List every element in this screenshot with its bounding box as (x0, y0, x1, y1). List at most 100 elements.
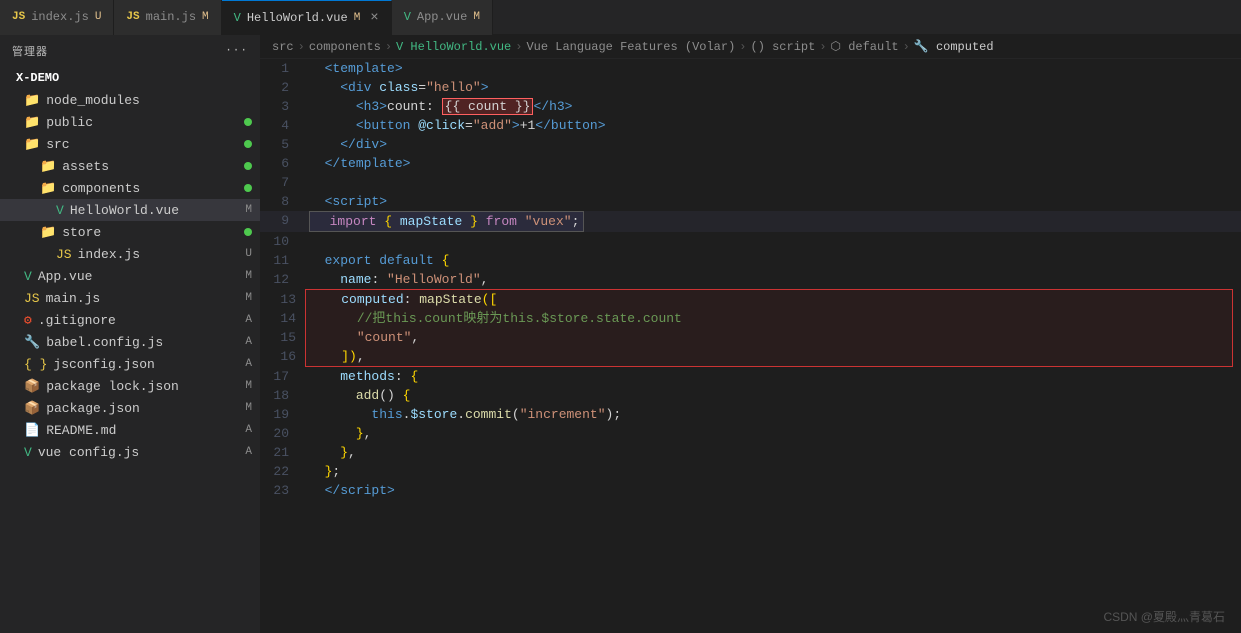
vue-icon: V (24, 445, 32, 460)
breadcrumb-volar[interactable]: Vue Language Features (Volar) (526, 40, 735, 54)
tab-app-vue[interactable]: V App.vue M (392, 0, 493, 35)
sidebar-item-assets[interactable]: 📁 assets (0, 155, 260, 177)
tab-main-js[interactable]: JS main.js M (114, 0, 221, 35)
sidebar-item-node-modules[interactable]: 📁 node_modules (0, 89, 260, 111)
code-line-10: 10 (260, 232, 1241, 251)
status-dot (244, 162, 252, 170)
vue-icon: V (234, 11, 241, 25)
md-icon: 📄 (24, 423, 40, 438)
tab-bar: JS index.js U JS main.js M V HelloWorld.… (0, 0, 1241, 35)
breadcrumb-helloworld[interactable]: V HelloWorld.vue (396, 40, 511, 54)
item-badge: M (245, 204, 252, 216)
item-label: README.md (46, 423, 116, 438)
code-line-1: 1 <template> (260, 59, 1241, 78)
item-label: jsconfig.json (53, 357, 154, 372)
folder-icon: 📁 (40, 225, 56, 240)
item-label: assets (62, 159, 109, 174)
close-icon[interactable]: × (370, 10, 378, 26)
code-line-19: 19 this.$store.commit("increment"); (260, 405, 1241, 424)
item-label: main.js (46, 291, 101, 306)
sidebar-item-babel[interactable]: 🔧 babel.config.js A (0, 331, 260, 353)
main-layout: 管理器 ··· X-DEMO 📁 node_modules 📁 public 📁… (0, 35, 1241, 633)
sidebar-item-jsconfig[interactable]: { } jsconfig.json A (0, 353, 260, 375)
item-label: HelloWorld.vue (70, 203, 179, 218)
item-label: .gitignore (38, 313, 116, 328)
code-editor[interactable]: 1 <template> 2 <div class="hello"> 3 <h3… (260, 59, 1241, 633)
tab-badge-m: M (473, 11, 480, 23)
js-icon: JS (56, 247, 72, 262)
folder-icon: 📁 (24, 115, 40, 130)
computed-block: 13 computed: mapState([ 14 //把this.count… (305, 289, 1233, 367)
code-line-15: 15 "count", (306, 328, 1232, 347)
sidebar-item-helloworld[interactable]: V HelloWorld.vue M (0, 199, 260, 221)
item-label: vue config.js (38, 445, 139, 460)
folder-icon: 📁 (24, 137, 40, 152)
tab-badge-u: U (95, 11, 102, 23)
tab-badge-m: M (354, 12, 361, 24)
code-line-16: 16 ]), (306, 347, 1232, 366)
sidebar-options-icon[interactable]: ··· (225, 45, 248, 57)
sidebar-item-pkg[interactable]: 📦 package.json M (0, 397, 260, 419)
item-badge: M (245, 402, 252, 414)
item-badge: A (245, 446, 252, 458)
tab-helloworld-vue[interactable]: V HelloWorld.vue M × (222, 0, 392, 35)
code-line-2: 2 <div class="hello"> (260, 78, 1241, 97)
item-badge: A (245, 314, 252, 326)
git-icon: ⚙ (24, 313, 32, 328)
item-badge: A (245, 336, 252, 348)
code-line-20: 20 }, (260, 424, 1241, 443)
sidebar-item-vueconfig[interactable]: V vue config.js A (0, 441, 260, 463)
pkg-icon: 📦 (24, 379, 40, 394)
breadcrumb: src › components › V HelloWorld.vue › Vu… (260, 35, 1241, 59)
code-line-8: 8 <script> (260, 192, 1241, 211)
breadcrumb-script[interactable]: () script (751, 40, 816, 54)
sidebar-item-readme[interactable]: 📄 README.md A (0, 419, 260, 441)
item-label: src (46, 137, 69, 152)
breadcrumb-src[interactable]: src (272, 40, 294, 54)
breadcrumb-computed[interactable]: 🔧 computed (914, 39, 994, 54)
code-line-3: 3 <h3>count: {{ count }}</h3> (260, 97, 1241, 116)
sidebar-item-pkglock[interactable]: 📦 package lock.json M (0, 375, 260, 397)
tab-badge-m: M (202, 11, 209, 23)
sidebar-item-src[interactable]: 📁 src (0, 133, 260, 155)
sidebar-item-gitignore[interactable]: ⚙ .gitignore A (0, 309, 260, 331)
sidebar-item-app-vue[interactable]: V App.vue M (0, 265, 260, 287)
status-dot (244, 228, 252, 236)
item-label: components (62, 181, 140, 196)
folder-icon: 📁 (24, 93, 40, 108)
code-line-14: 14 //把this.count映射为this.$store.state.cou… (306, 309, 1232, 328)
folder-icon: 📁 (40, 181, 56, 196)
item-label: store (62, 225, 101, 240)
item-badge: A (245, 358, 252, 370)
item-badge: M (245, 380, 252, 392)
sidebar-item-public[interactable]: 📁 public (0, 111, 260, 133)
sidebar-item-components[interactable]: 📁 components (0, 177, 260, 199)
js-icon: JS (126, 11, 139, 23)
folder-icon: 📁 (40, 159, 56, 174)
project-label: X-DEMO (0, 67, 260, 89)
item-label: package lock.json (46, 379, 179, 394)
tab-label: index.js (31, 10, 89, 24)
js-icon: JS (24, 291, 40, 306)
sidebar-item-index-js[interactable]: JS index.js U (0, 243, 260, 265)
sidebar-item-store[interactable]: 📁 store (0, 221, 260, 243)
babel-icon: 🔧 (24, 335, 40, 350)
item-label: public (46, 115, 93, 130)
code-line-17: 17 methods: { (260, 367, 1241, 386)
sidebar-item-main-js[interactable]: JS main.js M (0, 287, 260, 309)
json-icon: { } (24, 357, 47, 372)
code-line-11: 11 export default { (260, 251, 1241, 270)
code-line-6: 6 </template> (260, 154, 1241, 173)
status-dot (244, 184, 252, 192)
code-line-23: 23 </script> (260, 481, 1241, 500)
sidebar-header-label: 管理器 (12, 43, 48, 59)
item-badge: U (245, 248, 252, 260)
item-label: package.json (46, 401, 140, 416)
pkg-icon: 📦 (24, 401, 40, 416)
status-dot (244, 140, 252, 148)
tab-index-js[interactable]: JS index.js U (0, 0, 114, 35)
sidebar-header: 管理器 ··· (0, 35, 260, 67)
breadcrumb-default[interactable]: ⬡ default (831, 39, 899, 54)
item-badge: A (245, 424, 252, 436)
breadcrumb-components[interactable]: components (309, 40, 381, 54)
